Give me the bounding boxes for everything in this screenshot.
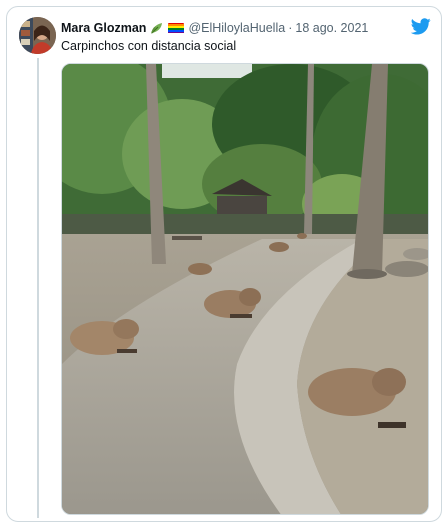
tweet-timestamp[interactable]: 18 ago. 2021: [295, 21, 368, 35]
tweet-photo[interactable]: [61, 63, 429, 515]
avatar[interactable]: [19, 17, 56, 54]
twitter-bird-icon[interactable]: [410, 18, 431, 35]
display-name[interactable]: Mara Glozman: [61, 21, 146, 35]
separator-dot: ·: [288, 21, 293, 35]
rainbow-flag-icon: [168, 22, 185, 34]
tweet-text: Carpinchos con distancia social: [61, 39, 237, 53]
avatar-photo: [19, 17, 56, 54]
capybara-photo: [62, 64, 428, 514]
thread-line: [37, 58, 39, 518]
user-handle[interactable]: @ElHiloylaHuella: [188, 21, 285, 35]
tweet-header: Mara Glozman @ElHiloylaHuella · 18 ago. …: [61, 19, 368, 37]
herb-emoji-icon: [150, 21, 164, 35]
